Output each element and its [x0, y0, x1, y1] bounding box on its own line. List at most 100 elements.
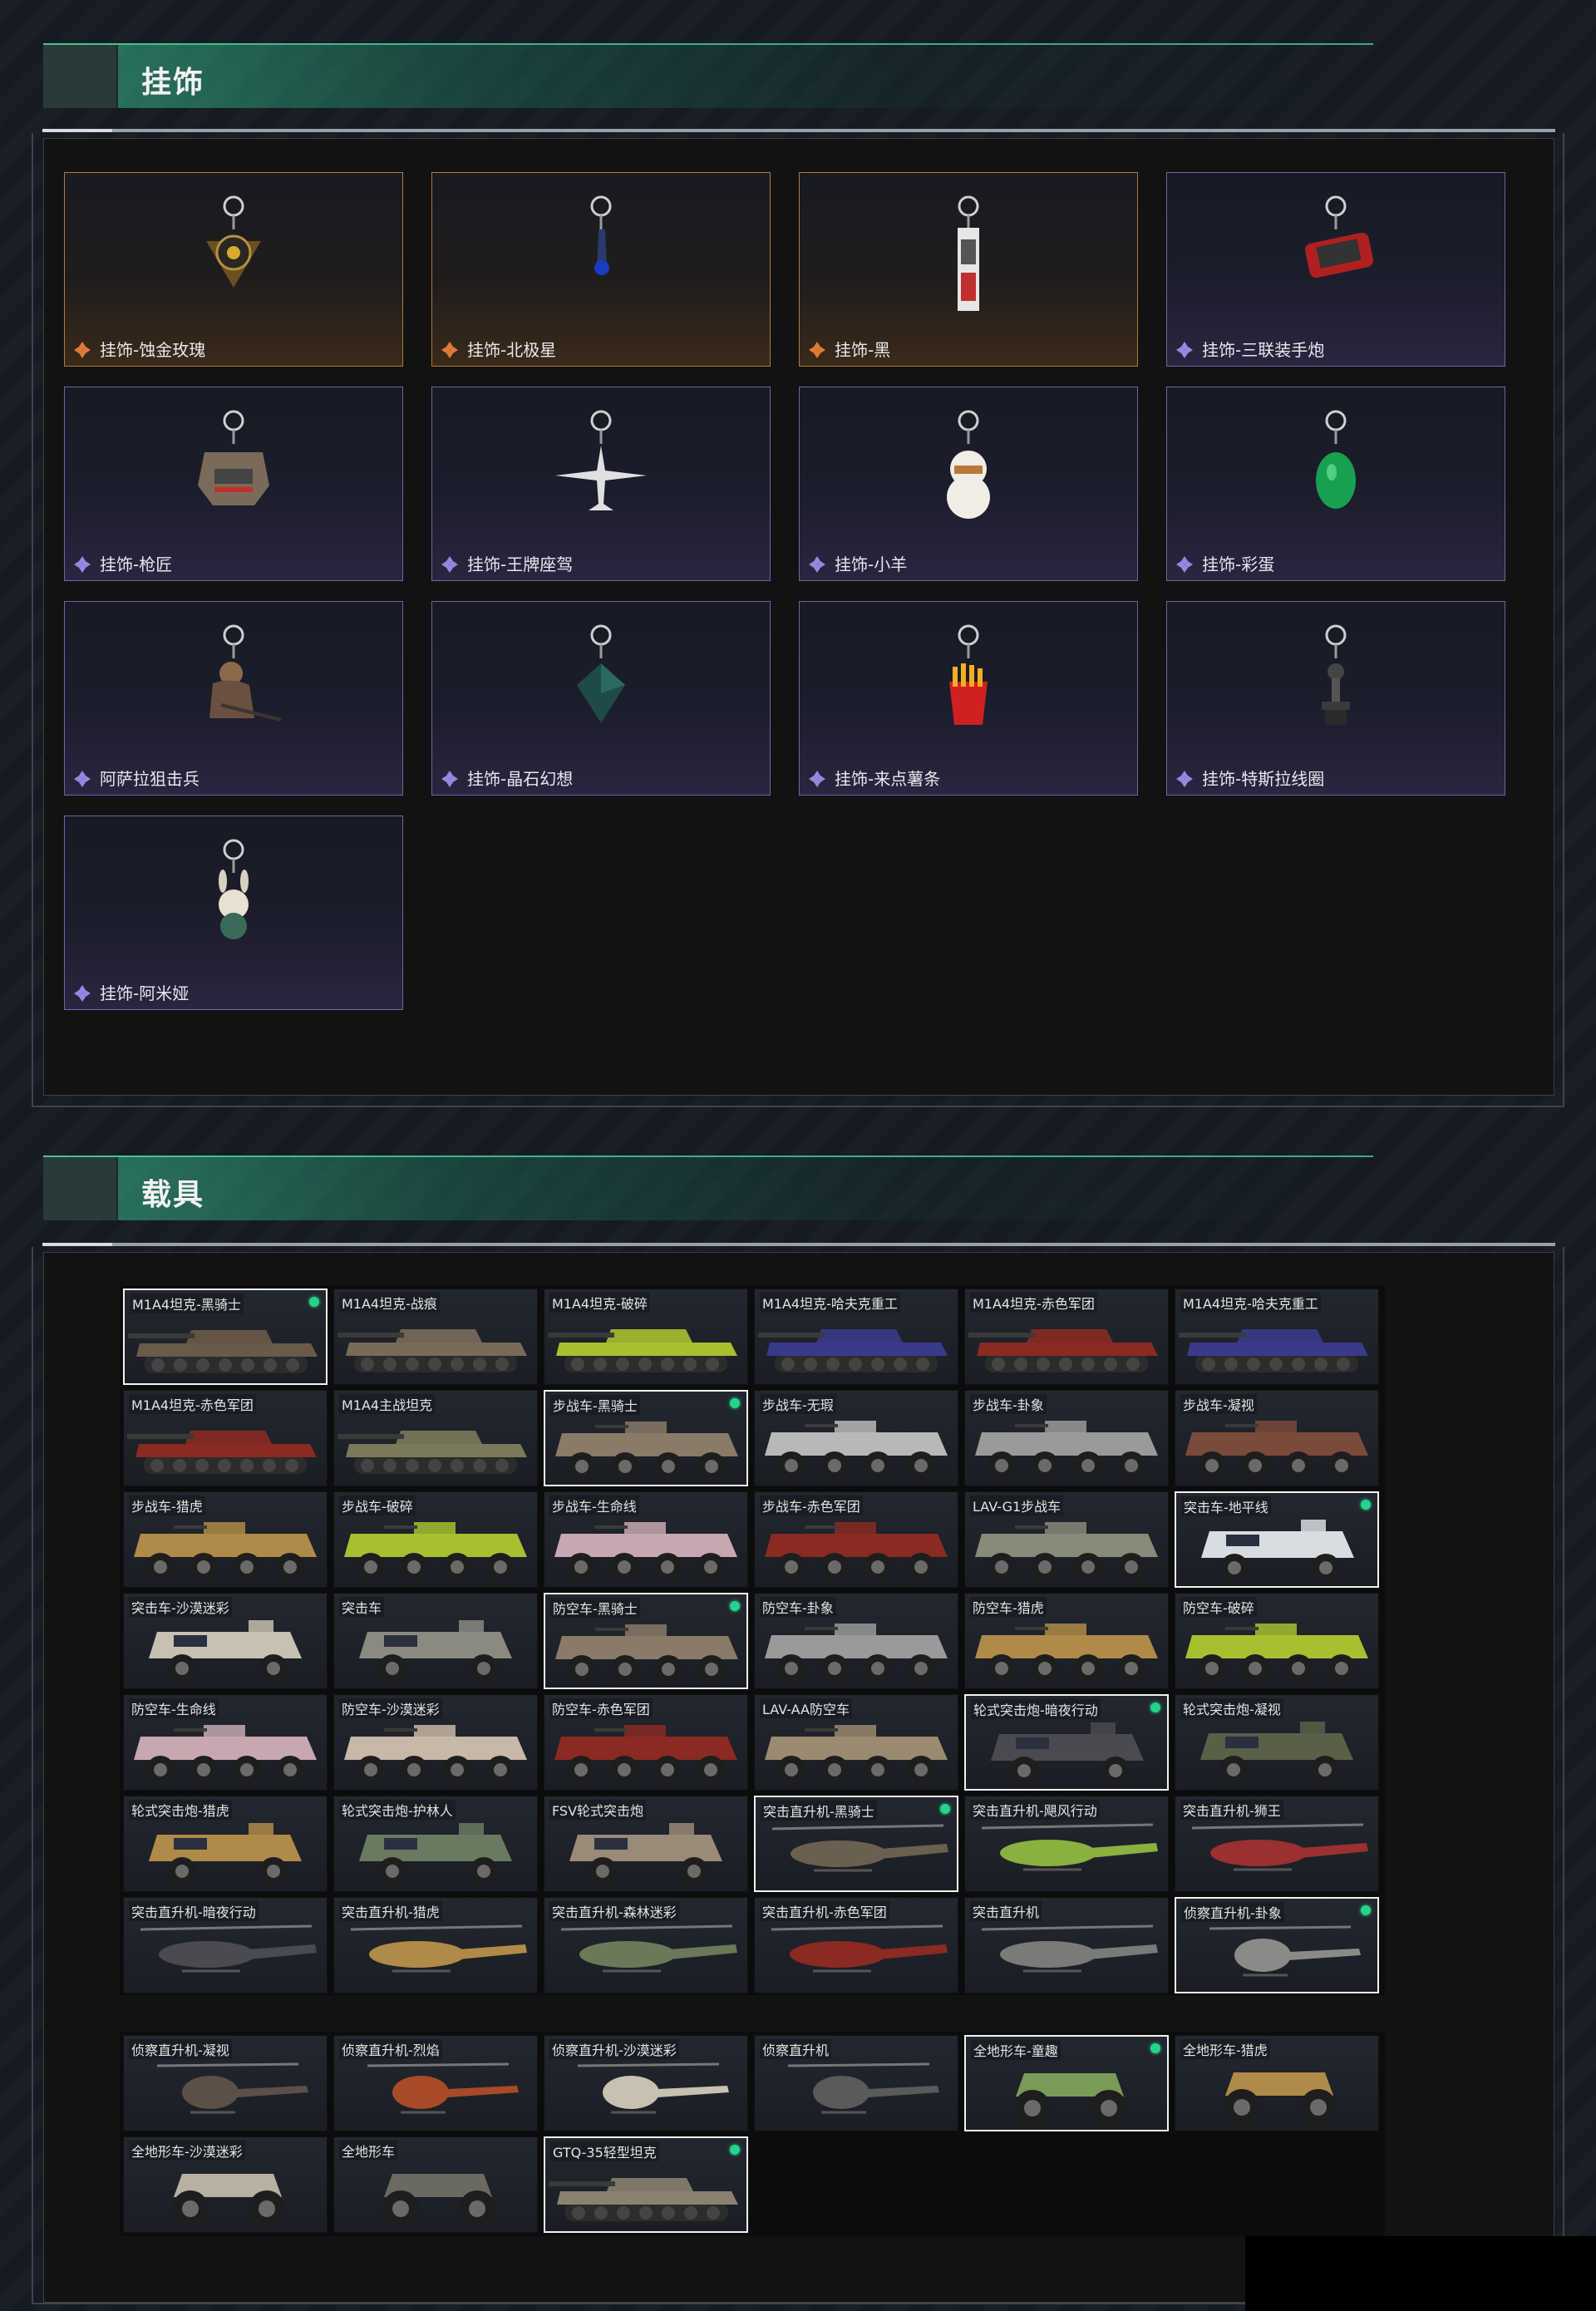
vehicle-skin-tile[interactable]: 侦察直升机	[754, 2035, 958, 2131]
rarity-icon	[73, 555, 91, 574]
vehicle-skin-tile[interactable]: 全地形车-沙漠迷彩	[123, 2136, 328, 2233]
vehicle-skin-tile[interactable]: 侦察直升机-沙漠迷彩	[544, 2035, 748, 2131]
rarity-icon	[808, 770, 826, 788]
vehicle-skin-tile[interactable]: 防空车-生命线	[123, 1694, 328, 1791]
vehicle-skin-tile[interactable]: 步战车-卦象	[964, 1390, 1169, 1486]
vehicle-skin-tile[interactable]: 防空车-卦象	[754, 1593, 958, 1689]
vehicle-skin-tile[interactable]: 轮式突击炮-暗夜行动	[964, 1694, 1169, 1791]
vehicle-skin-label: M1A4主战坦克	[339, 1394, 436, 1414]
vehicle-skin-tile[interactable]: 突击车	[333, 1593, 538, 1689]
charm-card[interactable]: 阿萨拉狙击兵	[64, 601, 403, 796]
charm-label: 挂饰-来点薯条	[835, 769, 941, 789]
charm-card[interactable]: 挂饰-小羊	[799, 387, 1138, 581]
charm-card[interactable]: 挂饰-北极星	[431, 172, 771, 367]
vehicle-skin-tile[interactable]: 全地形车-童趣	[964, 2035, 1169, 2131]
vehicle-skin-tile[interactable]: M1A4坦克-哈夫克重工	[1175, 1289, 1379, 1385]
vehicle-skin-label: 突击直升机-赤色军团	[760, 1901, 889, 1921]
charm-card[interactable]: 挂饰-彩蛋	[1166, 387, 1505, 581]
charm-card[interactable]: 挂饰-蚀金玫瑰	[64, 172, 403, 367]
vehicle-skin-tile[interactable]: M1A4主战坦克	[333, 1390, 538, 1486]
vehicle-skin-tile[interactable]: 侦察直升机-烈焰	[333, 2035, 538, 2131]
vehicle-skin-tile[interactable]: 步战车-无瑕	[754, 1390, 958, 1486]
charm-card[interactable]: 挂饰-枪匠	[64, 387, 403, 581]
vehicle-skin-tile[interactable]: 突击直升机-暗夜行动	[123, 1897, 328, 1993]
charm-label: 挂饰-特斯拉线圈	[1202, 769, 1325, 789]
vehicle-skin-tile[interactable]: M1A4坦克-赤色军团	[123, 1390, 328, 1486]
charm-card[interactable]: 挂饰-晶石幻想	[431, 601, 771, 796]
vehicle-skin-tile[interactable]: 侦察直升机-凝视	[123, 2035, 328, 2131]
vehicle-skin-tile[interactable]: 突击车-地平线	[1175, 1491, 1379, 1588]
rarity-icon	[73, 770, 91, 788]
vehicle-skin-tile[interactable]: 突击直升机-黑骑士	[754, 1796, 958, 1892]
black-corner-block	[1245, 2236, 1596, 2311]
owned-indicator-icon	[1361, 1500, 1371, 1510]
jet-charm-icon	[539, 404, 663, 529]
vehicle-skin-tile[interactable]: 步战车-凝视	[1175, 1390, 1379, 1486]
charm-card[interactable]: 挂饰-黑	[799, 172, 1138, 367]
vehicle-skin-label: 防空车-沙漠迷彩	[339, 1698, 442, 1718]
owned-indicator-icon	[1361, 1905, 1371, 1915]
vehicle-skin-label: 步战车-黑骑士	[550, 1395, 640, 1415]
vehicle-skin-label: 突击直升机-暗夜行动	[129, 1901, 259, 1921]
vehicle-skin-tile[interactable]: LAV-G1步战车	[964, 1491, 1169, 1588]
vehicle-skin-tile[interactable]: LAV-AA防空车	[754, 1694, 958, 1791]
vehicle-skin-label: 轮式突击炮-暗夜行动	[971, 1699, 1101, 1719]
vehicle-skin-tile[interactable]: 步战车-破碎	[333, 1491, 538, 1588]
amiya-charm-icon	[171, 833, 296, 958]
rarity-icon	[73, 341, 91, 359]
charm-card[interactable]: 挂饰-三联装手炮	[1166, 172, 1505, 367]
vehicle-skin-tile[interactable]: 防空车-猎虎	[964, 1593, 1169, 1689]
vehicle-skin-tile[interactable]: M1A4坦克-赤色军团	[964, 1289, 1169, 1385]
rarity-icon	[441, 770, 459, 788]
vehicle-skin-tile[interactable]: 全地形车	[333, 2136, 538, 2233]
vehicle-skin-label: 轮式突击炮-猎虎	[129, 1800, 232, 1820]
vehicle-skin-tile[interactable]: 轮式突击炮-凝视	[1175, 1694, 1379, 1791]
vehicle-skin-tile[interactable]: 侦察直升机-卦象	[1175, 1897, 1379, 1993]
vehicle-skin-label: 步战车-生命线	[549, 1495, 639, 1515]
charm-card[interactable]: 挂饰-王牌座驾	[431, 387, 771, 581]
vehicle-skin-tile[interactable]: 防空车-沙漠迷彩	[333, 1694, 538, 1791]
gunsmith-charm-icon	[171, 404, 296, 529]
vehicle-skin-tile[interactable]: 突击直升机-猎虎	[333, 1897, 538, 1993]
vehicle-skin-tile[interactable]: 全地形车-猎虎	[1175, 2035, 1379, 2131]
vehicle-skin-tile[interactable]: 突击车-沙漠迷彩	[123, 1593, 328, 1689]
vehicle-skin-label: 全地形车-猎虎	[1180, 2039, 1270, 2059]
vehicle-skin-tile[interactable]: M1A4坦克-破碎	[544, 1289, 748, 1385]
vehicle-skin-tile[interactable]: 突击直升机-狮王	[1175, 1796, 1379, 1892]
vehicle-skin-tile[interactable]: 步战车-猎虎	[123, 1491, 328, 1588]
vehicle-skin-label: 步战车-猎虎	[129, 1495, 205, 1515]
vehicle-skin-label: 防空车-生命线	[129, 1698, 219, 1718]
vehicle-skin-label: 轮式突击炮-凝视	[1180, 1698, 1283, 1718]
vehicle-skin-tile[interactable]: 防空车-黑骑士	[544, 1593, 748, 1689]
vehicle-skin-tile[interactable]: 轮式突击炮-猎虎	[123, 1796, 328, 1892]
vehicle-skin-tile[interactable]: 防空车-破碎	[1175, 1593, 1379, 1689]
vehicle-skin-tile[interactable]: 突击直升机-赤色军团	[754, 1897, 958, 1993]
vehicle-skin-tile[interactable]: 突击直升机-森林迷彩	[544, 1897, 748, 1993]
vehicle-grid-main: M1A4坦克-黑骑士 M1A4坦克-战痕 M1A4坦克-破碎 M1A4坦克-哈夫克重工…	[120, 1285, 1385, 1995]
vehicle-skin-tile[interactable]: GTQ-35轻型坦克	[544, 2136, 748, 2233]
vehicle-skin-label: 侦察直升机	[760, 2039, 832, 2059]
charm-card[interactable]: 挂饰-特斯拉线圈	[1166, 601, 1505, 796]
vehicle-skin-tile[interactable]: M1A4坦克-黑骑士	[123, 1289, 328, 1385]
charm-card[interactable]: 挂饰-阿米娅	[64, 816, 403, 1010]
vehicle-skin-tile[interactable]: 突击直升机-飓风行动	[964, 1796, 1169, 1892]
rarity-icon	[441, 555, 459, 574]
vehicle-skin-tile[interactable]: 防空车-赤色军团	[544, 1694, 748, 1791]
owned-indicator-icon	[1150, 1702, 1160, 1712]
vehicle-skin-tile[interactable]: 步战车-黑骑士	[544, 1390, 748, 1486]
vehicle-skin-label: M1A4坦克-战痕	[339, 1293, 440, 1313]
vehicle-skin-tile[interactable]: 步战车-生命线	[544, 1491, 748, 1588]
rarity-icon	[808, 555, 826, 574]
vehicle-skin-tile[interactable]: 步战车-赤色军团	[754, 1491, 958, 1588]
vehicle-skin-label: 突击直升机-飓风行动	[970, 1800, 1100, 1820]
vehicle-skin-label: 步战车-破碎	[339, 1495, 416, 1515]
vehicle-skin-tile[interactable]: 轮式突击炮-护林人	[333, 1796, 538, 1892]
charm-card[interactable]: 挂饰-来点薯条	[799, 601, 1138, 796]
vehicle-skin-tile[interactable]: M1A4坦克-战痕	[333, 1289, 538, 1385]
charm-label: 挂饰-蚀金玫瑰	[100, 340, 206, 360]
vehicle-skin-tile[interactable]: FSV轮式突击炮	[544, 1796, 748, 1892]
vehicle-skin-tile[interactable]: M1A4坦克-哈夫克重工	[754, 1289, 958, 1385]
vehicle-skin-tile[interactable]: 突击直升机	[964, 1897, 1169, 1993]
vehicle-skin-label: M1A4坦克-哈夫克重工	[1180, 1293, 1321, 1313]
vehicle-skin-label: M1A4坦克-黑骑士	[130, 1293, 244, 1313]
